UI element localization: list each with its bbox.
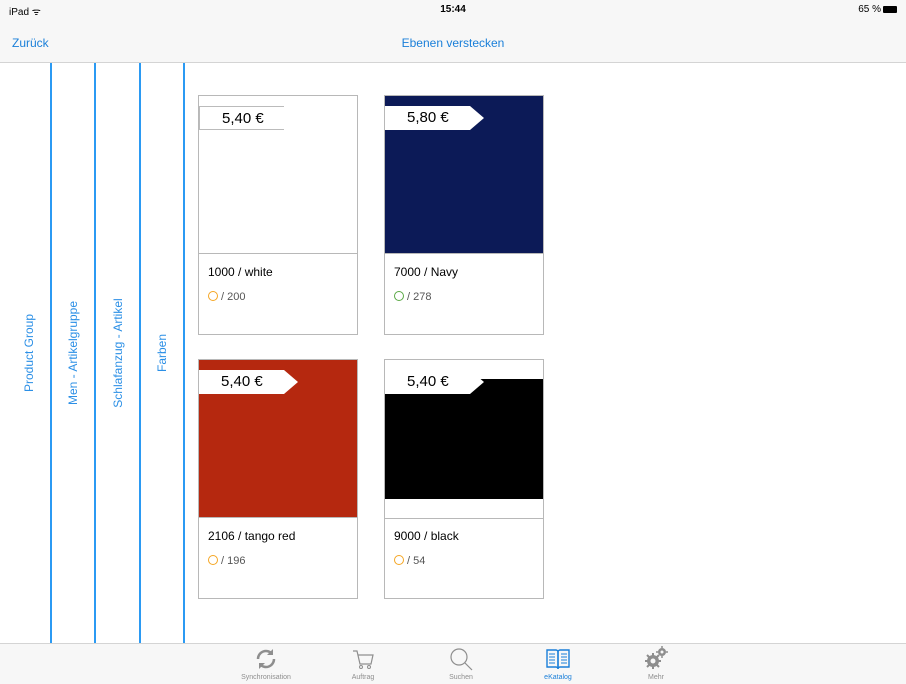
product-card[interactable]: 5,80 € 7000 / Navy / 278 (384, 95, 544, 335)
battery-icon (883, 5, 897, 13)
tab-suchen[interactable]: Suchen (421, 646, 501, 681)
price-tag: 5,80 € (385, 106, 484, 130)
price-tag: 5,40 € (199, 370, 298, 394)
stock-info: / 200 (208, 291, 245, 303)
layer-column-article[interactable]: Schlafanzug - Artikel (97, 63, 141, 643)
tab-synchronisation[interactable]: Synchronisation (226, 646, 306, 681)
color-swatch (385, 379, 543, 499)
layer-column-product-group[interactable]: Product Group (8, 63, 52, 643)
gears-icon (645, 646, 668, 669)
stock-status-icon (394, 291, 404, 301)
tab-label: eKatalog (544, 674, 572, 681)
stock-info: / 54 (394, 555, 425, 567)
layer-label: Schlafanzug - Artikel (111, 298, 125, 408)
search-icon (450, 648, 473, 671)
stock-count: / 54 (407, 555, 426, 567)
divider (385, 518, 543, 519)
stock-status-icon (208, 555, 218, 565)
product-name: 2106 / tango red (208, 529, 296, 543)
price-tag: 5,40 € (385, 370, 484, 394)
layer-label: Product Group (22, 313, 36, 393)
cart-icon (353, 650, 374, 669)
stock-count: / 196 (221, 555, 246, 567)
product-card[interactable]: 5,40 € 1000 / white / 200 (198, 95, 358, 335)
product-card[interactable]: 5,40 € 9000 / black / 54 (384, 359, 544, 599)
tab-label: Suchen (449, 674, 473, 681)
product-name: 7000 / Navy (394, 265, 459, 279)
layer-label: Men - Artikelgruppe (66, 300, 80, 406)
stock-status-icon (394, 555, 404, 565)
tab-label: Synchronisation (241, 674, 291, 681)
book-icon (546, 649, 570, 670)
clock: 15:44 (440, 4, 466, 15)
product-name: 9000 / black (394, 529, 459, 543)
tab-auftrag[interactable]: Auftrag (323, 646, 403, 681)
tab-mehr[interactable]: Mehr (616, 646, 696, 681)
stock-info: / 196 (208, 555, 245, 567)
tab-label: Mehr (648, 674, 664, 681)
layer-column-article-group[interactable]: Men - Artikelgruppe (52, 63, 96, 643)
hide-layers-button[interactable]: Ebenen verstecken (0, 36, 906, 50)
layer-column-colors[interactable]: Farben (141, 63, 185, 643)
layer-label: Farben (155, 333, 169, 373)
stock-info: / 278 (394, 291, 431, 303)
product-card[interactable]: 5,40 € 2106 / tango red / 196 (198, 359, 358, 599)
tab-ekatalog[interactable]: eKatalog (518, 646, 598, 681)
stock-count: / 278 (407, 291, 432, 303)
price-tag: 5,40 € (199, 106, 298, 131)
stock-count: / 200 (221, 291, 246, 303)
tab-label: Auftrag (351, 674, 375, 681)
layer-columns: Product Group Men - Artikelgruppe Schlaf… (8, 63, 186, 643)
stock-status-icon (208, 291, 218, 301)
product-name: 1000 / white (208, 265, 273, 279)
sync-icon (256, 649, 276, 669)
navigation-bar: Zurück Ebenen verstecken (0, 20, 906, 63)
status-bar: iPad ᯤ 15:44 65 % (0, 0, 906, 20)
tab-bar: Synchronisation Auftrag Suchen eKatalog (0, 643, 906, 684)
battery-indicator: 65 % (858, 4, 897, 15)
